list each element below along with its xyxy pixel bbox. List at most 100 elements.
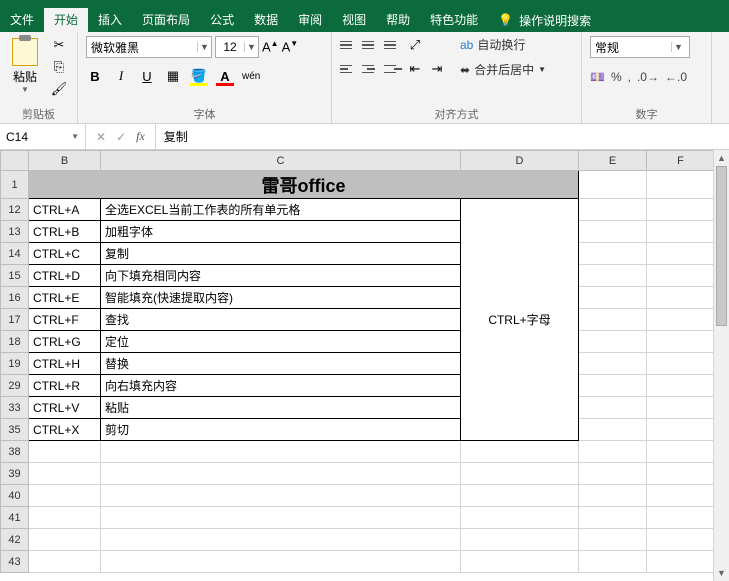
- cell[interactable]: [647, 507, 715, 529]
- paste-button[interactable]: 粘贴 ▼: [8, 36, 42, 96]
- cell[interactable]: [461, 529, 579, 551]
- cell[interactable]: [579, 485, 647, 507]
- align-bottom-button[interactable]: [384, 36, 402, 54]
- cell[interactable]: [101, 485, 461, 507]
- cell[interactable]: [647, 243, 715, 265]
- cell[interactable]: [29, 551, 101, 573]
- cell[interactable]: [647, 221, 715, 243]
- tab-help[interactable]: 帮助: [376, 8, 420, 32]
- tab-view[interactable]: 视图: [332, 8, 376, 32]
- col-header[interactable]: E: [579, 151, 647, 171]
- underline-button[interactable]: U: [138, 69, 156, 84]
- tab-home[interactable]: 开始: [44, 8, 88, 32]
- bold-button[interactable]: B: [86, 69, 104, 84]
- format-painter-button[interactable]: 🖌: [48, 80, 70, 98]
- cell[interactable]: [101, 441, 461, 463]
- cell[interactable]: [647, 171, 715, 199]
- cell[interactable]: 加粗字体: [101, 221, 461, 243]
- fill-color-button[interactable]: 🪣: [190, 68, 208, 84]
- tell-me[interactable]: 💡 操作说明搜索: [498, 12, 591, 29]
- cell[interactable]: [461, 485, 579, 507]
- col-header[interactable]: F: [647, 151, 715, 171]
- cell[interactable]: [647, 419, 715, 441]
- name-box-input[interactable]: [6, 130, 66, 144]
- col-header[interactable]: C: [101, 151, 461, 171]
- cell[interactable]: [579, 243, 647, 265]
- font-name-combo[interactable]: ▼: [86, 36, 212, 58]
- col-header[interactable]: B: [29, 151, 101, 171]
- border-button[interactable]: ▦: [164, 68, 182, 84]
- formula-bar[interactable]: [155, 124, 729, 150]
- tab-file[interactable]: 文件: [0, 8, 44, 32]
- col-header[interactable]: D: [461, 151, 579, 171]
- cell[interactable]: [29, 507, 101, 529]
- row-header[interactable]: 18: [1, 331, 29, 353]
- row-header[interactable]: 15: [1, 265, 29, 287]
- vertical-scrollbar[interactable]: ▲ ▼: [713, 150, 729, 581]
- cell[interactable]: [579, 529, 647, 551]
- cell[interactable]: CTRL+H: [29, 353, 101, 375]
- row-header[interactable]: 38: [1, 441, 29, 463]
- cell[interactable]: [647, 375, 715, 397]
- decrease-decimal-button[interactable]: ←.0: [665, 70, 687, 84]
- cell[interactable]: 全选EXCEL当前工作表的所有单元格: [101, 199, 461, 221]
- cell[interactable]: [461, 441, 579, 463]
- cell[interactable]: 定位: [101, 331, 461, 353]
- cell[interactable]: [579, 375, 647, 397]
- cell[interactable]: [579, 441, 647, 463]
- row-header[interactable]: 35: [1, 419, 29, 441]
- cell[interactable]: [579, 551, 647, 573]
- cell[interactable]: [461, 507, 579, 529]
- row-header[interactable]: 14: [1, 243, 29, 265]
- chevron-down-icon[interactable]: ▼: [71, 132, 79, 141]
- cell[interactable]: CTRL+D: [29, 265, 101, 287]
- row-header[interactable]: 17: [1, 309, 29, 331]
- cell[interactable]: 替换: [101, 353, 461, 375]
- cell[interactable]: [647, 529, 715, 551]
- cell[interactable]: CTRL+F: [29, 309, 101, 331]
- cell[interactable]: [579, 221, 647, 243]
- tab-insert[interactable]: 插入: [88, 8, 132, 32]
- row-header[interactable]: 33: [1, 397, 29, 419]
- cell[interactable]: CTRL+E: [29, 287, 101, 309]
- cell[interactable]: [579, 463, 647, 485]
- cell[interactable]: [101, 529, 461, 551]
- cell[interactable]: 粘贴: [101, 397, 461, 419]
- name-box[interactable]: ▼: [0, 124, 86, 150]
- grow-font-button[interactable]: A▲: [262, 39, 279, 54]
- align-center-button[interactable]: [362, 60, 380, 78]
- align-left-button[interactable]: [340, 60, 358, 78]
- cell[interactable]: [29, 529, 101, 551]
- shrink-font-button[interactable]: A▼: [282, 39, 299, 54]
- row-header[interactable]: 29: [1, 375, 29, 397]
- number-format-input[interactable]: [591, 37, 671, 57]
- tab-review[interactable]: 审阅: [288, 8, 332, 32]
- cell[interactable]: CTRL+G: [29, 331, 101, 353]
- title-cell[interactable]: 雷哥office: [29, 171, 579, 199]
- cell[interactable]: 向右填充内容: [101, 375, 461, 397]
- cell[interactable]: [579, 353, 647, 375]
- cell[interactable]: [647, 287, 715, 309]
- tab-special[interactable]: 特色功能: [420, 8, 488, 32]
- cell[interactable]: 查找: [101, 309, 461, 331]
- cell[interactable]: [101, 507, 461, 529]
- cell[interactable]: [647, 265, 715, 287]
- cell[interactable]: [101, 463, 461, 485]
- cell[interactable]: CTRL+X: [29, 419, 101, 441]
- cell[interactable]: [647, 331, 715, 353]
- cell[interactable]: CTRL+C: [29, 243, 101, 265]
- cell[interactable]: [579, 331, 647, 353]
- cell[interactable]: CTRL+B: [29, 221, 101, 243]
- enter-icon[interactable]: ✓: [116, 130, 126, 144]
- row-header[interactable]: 41: [1, 507, 29, 529]
- indent-left-button[interactable]: ⇤: [406, 61, 424, 77]
- cell[interactable]: [579, 419, 647, 441]
- cancel-icon[interactable]: ✕: [96, 130, 106, 144]
- currency-button[interactable]: 💷: [590, 70, 605, 84]
- row-header[interactable]: 12: [1, 199, 29, 221]
- chevron-down-icon[interactable]: ▼: [197, 42, 211, 52]
- phonetic-button[interactable]: wén: [242, 71, 260, 82]
- fx-icon[interactable]: fx: [136, 129, 145, 144]
- scroll-down-button[interactable]: ▼: [714, 565, 729, 581]
- cell[interactable]: [579, 265, 647, 287]
